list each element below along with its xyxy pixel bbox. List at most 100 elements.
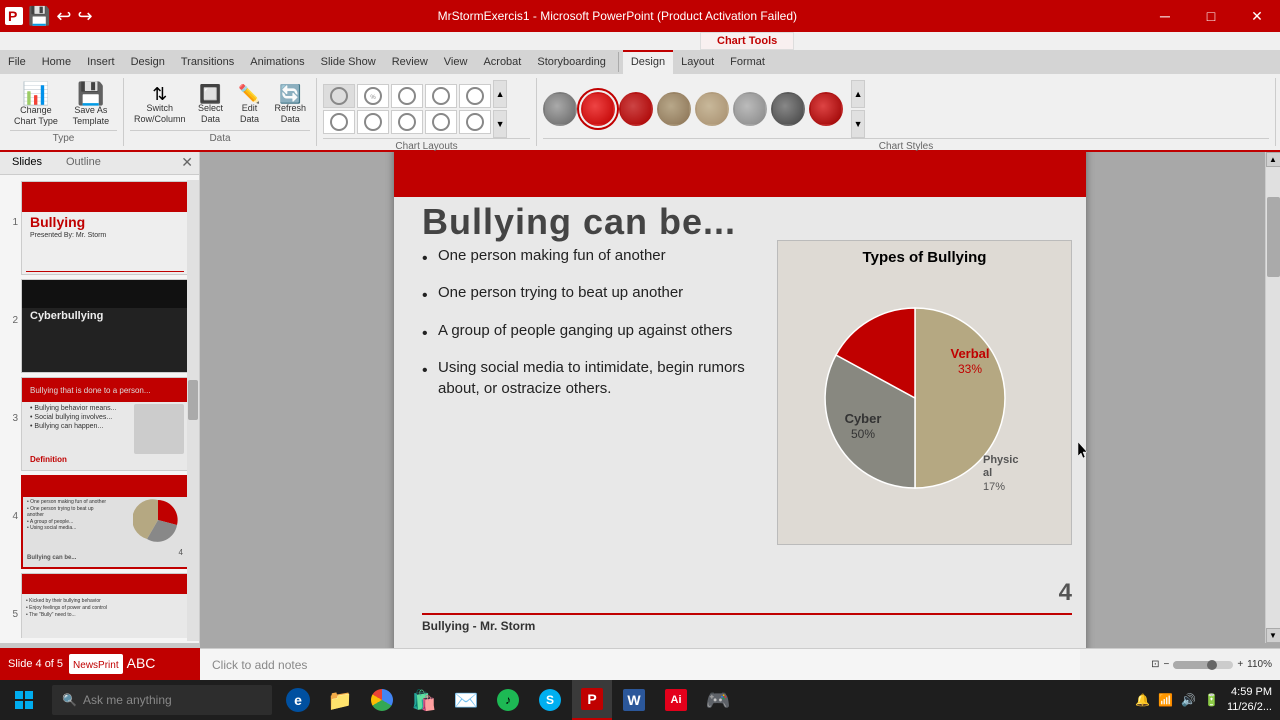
taskbar: 🔍 Ask me anything e 📁 🛍️ ✉️ ♪ S P W bbox=[0, 680, 1280, 720]
taskbar-word-icon[interactable]: W bbox=[614, 680, 654, 720]
taskbar-skype-icon[interactable]: S bbox=[530, 680, 570, 720]
scroll-track[interactable] bbox=[1266, 167, 1280, 628]
tab-storyboarding[interactable]: Storyboarding bbox=[529, 50, 614, 74]
taskbar-store-icon[interactable]: 🛍️ bbox=[404, 680, 444, 720]
tab-review[interactable]: Review bbox=[384, 50, 436, 74]
chart-layout-9[interactable] bbox=[425, 110, 457, 134]
zoom-in-button[interactable]: + bbox=[1237, 659, 1243, 670]
tab-outline[interactable]: Outline bbox=[54, 152, 113, 174]
tab-design-chart[interactable]: Design bbox=[623, 50, 673, 74]
scroll-up-button[interactable]: ▲ bbox=[1266, 152, 1280, 167]
chart-layout-1[interactable] bbox=[323, 84, 355, 108]
scroll-thumb[interactable] bbox=[1267, 197, 1280, 277]
chart-layout-10[interactable] bbox=[459, 110, 491, 134]
theme-button[interactable]: NewsPrint bbox=[69, 654, 123, 674]
ribbon-group-chart-styles: ▲ ▼ Chart Styles bbox=[537, 78, 1276, 146]
taskbar-search[interactable]: 🔍 Ask me anything bbox=[52, 685, 272, 715]
slide-panel-scrollbar[interactable] bbox=[187, 180, 199, 641]
layout-scroll-up[interactable]: ▲ bbox=[493, 80, 507, 108]
chart-layout-7[interactable] bbox=[357, 110, 389, 134]
tab-slides[interactable]: Slides bbox=[0, 152, 54, 174]
taskbar-ie-icon[interactable]: e bbox=[278, 680, 318, 720]
layout-scroll-buttons[interactable]: ▲ ▼ bbox=[493, 80, 507, 138]
chart-layout-5[interactable] bbox=[459, 84, 491, 108]
tab-file[interactable]: File bbox=[0, 50, 34, 74]
tab-insert[interactable]: Insert bbox=[79, 50, 123, 74]
select-data-button[interactable]: 🔲 SelectData bbox=[193, 83, 229, 127]
chart-style-7[interactable] bbox=[771, 92, 805, 126]
windows-start-button[interactable] bbox=[0, 680, 48, 720]
chart-style-4[interactable] bbox=[657, 92, 691, 126]
slide-thumb-row-3: 3 Bullying that is done to a person... •… bbox=[4, 377, 195, 471]
tab-acrobat[interactable]: Acrobat bbox=[475, 50, 529, 74]
style-scroll-buttons[interactable]: ▲ ▼ bbox=[851, 80, 865, 138]
taskbar-date: 11/26/2... bbox=[1227, 700, 1272, 715]
taskbar-acrobat-icon[interactable]: Ai bbox=[656, 680, 696, 720]
panel-close-button[interactable]: ✕ bbox=[175, 152, 199, 174]
tab-animations[interactable]: Animations bbox=[242, 50, 312, 74]
taskbar-app-icon[interactable]: 🎮 bbox=[698, 680, 738, 720]
tab-view[interactable]: View bbox=[436, 50, 476, 74]
close-button[interactable]: ✕ bbox=[1234, 0, 1280, 32]
chart-container[interactable]: Types of Bullying bbox=[777, 240, 1072, 545]
slide-thumb-3[interactable]: Bullying that is done to a person... • B… bbox=[21, 377, 189, 471]
vertical-scrollbar[interactable]: ▲ ▼ bbox=[1265, 152, 1280, 643]
slide-thumb-5[interactable]: • Kicked by their bullying behavior• Enj… bbox=[21, 573, 189, 638]
zoom-fit-icon[interactable]: ⊡ bbox=[1151, 659, 1159, 670]
chart-style-3[interactable] bbox=[619, 92, 653, 126]
spellcheck-icon[interactable]: ABC bbox=[127, 655, 156, 673]
chart-layout-6[interactable] bbox=[323, 110, 355, 134]
chart-style-6[interactable] bbox=[733, 92, 767, 126]
save-as-template-button[interactable]: 💾 Save AsTemplate bbox=[66, 81, 116, 129]
tab-design-main[interactable]: Design bbox=[123, 50, 173, 74]
slide-thumb-1[interactable]: Bullying Presented By: Mr. Storm bbox=[21, 181, 189, 275]
edit-data-button[interactable]: ✏️ EditData bbox=[232, 83, 268, 127]
window-controls[interactable]: ─ □ ✕ bbox=[1142, 0, 1280, 32]
slide-thumb-2[interactable]: Cyberbullying bbox=[21, 279, 189, 373]
zoom-slider[interactable] bbox=[1173, 661, 1233, 669]
chart-layout-4[interactable] bbox=[425, 84, 457, 108]
chart-style-8[interactable] bbox=[809, 92, 843, 126]
taskbar-ppt-icon[interactable]: P bbox=[572, 680, 612, 720]
switch-row-column-button[interactable]: ⇅ SwitchRow/Column bbox=[130, 83, 190, 127]
taskbar-wifi-icon[interactable]: 📶 bbox=[1158, 693, 1173, 707]
maximize-button[interactable]: □ bbox=[1188, 0, 1234, 32]
chart-style-1[interactable] bbox=[543, 92, 577, 126]
taskbar-volume-icon[interactable]: 🔊 bbox=[1181, 693, 1196, 707]
taskbar-chrome-icon[interactable] bbox=[362, 680, 402, 720]
bullet-2: • One person trying to beat up another bbox=[422, 282, 772, 307]
taskbar-time: 4:59 PM bbox=[1227, 685, 1272, 700]
chart-layout-8[interactable] bbox=[391, 110, 423, 134]
minimize-button[interactable]: ─ bbox=[1142, 0, 1188, 32]
taskbar-clock[interactable]: 4:59 PM 11/26/2... bbox=[1227, 685, 1272, 716]
zoom-slider-thumb[interactable] bbox=[1207, 660, 1217, 670]
zoom-slider-fill bbox=[1173, 661, 1209, 669]
slide-canvas[interactable]: Bullying can be... • One person making f… bbox=[394, 152, 1086, 648]
chart-style-2[interactable] bbox=[581, 92, 615, 126]
taskbar-spotify-icon[interactable]: ♪ bbox=[488, 680, 528, 720]
chart-style-5[interactable] bbox=[695, 92, 729, 126]
slide-panel-scroll-thumb[interactable] bbox=[188, 380, 198, 420]
slide-bullets: • One person making fun of another • One… bbox=[422, 245, 772, 411]
tab-slideshow[interactable]: Slide Show bbox=[313, 50, 384, 74]
tab-transitions[interactable]: Transitions bbox=[173, 50, 242, 74]
layout-scroll-down[interactable]: ▼ bbox=[493, 110, 507, 138]
taskbar-mail-icon[interactable]: ✉️ bbox=[446, 680, 486, 720]
zoom-out-button[interactable]: − bbox=[1163, 659, 1169, 670]
chart-layout-3[interactable] bbox=[391, 84, 423, 108]
chart-layout-2[interactable]: % bbox=[357, 84, 389, 108]
tab-format[interactable]: Format bbox=[722, 50, 773, 74]
slide-num-1: 1 bbox=[4, 217, 18, 228]
tab-layout[interactable]: Layout bbox=[673, 50, 722, 74]
taskbar-folder-icon[interactable]: 📁 bbox=[320, 680, 360, 720]
refresh-data-button[interactable]: 🔄 RefreshData bbox=[271, 83, 311, 127]
style-scroll-up[interactable]: ▲ bbox=[851, 80, 865, 108]
taskbar-battery-icon[interactable]: 🔋 bbox=[1204, 693, 1219, 707]
change-chart-type-button[interactable]: 📊 ChangeChart Type bbox=[10, 81, 62, 129]
style-scroll-down[interactable]: ▼ bbox=[851, 110, 865, 138]
slide-thumb-4[interactable]: • One person making fun of another• One … bbox=[21, 475, 189, 569]
scroll-down-button[interactable]: ▼ bbox=[1266, 628, 1280, 643]
bullet-text-1: One person making fun of another bbox=[438, 245, 666, 266]
tab-home[interactable]: Home bbox=[34, 50, 79, 74]
taskbar-notification-icon[interactable]: 🔔 bbox=[1135, 693, 1150, 707]
